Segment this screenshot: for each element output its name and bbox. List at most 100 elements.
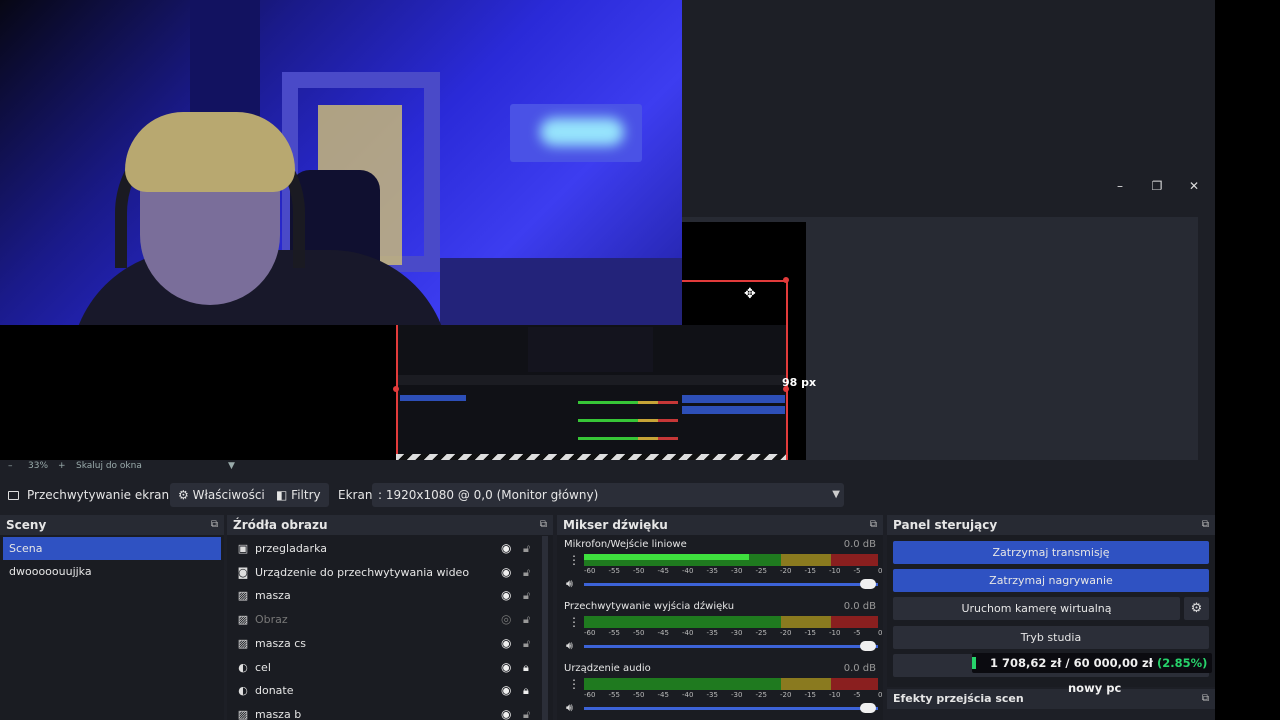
screen-label: Ekran <box>338 488 373 502</box>
speaker-icon[interactable]: 🔊︎ <box>566 701 573 715</box>
browser-icon: ▣ <box>237 542 249 555</box>
close-button[interactable]: ✕ <box>1184 178 1204 194</box>
properties-button[interactable]: ⚙ Właściwości <box>170 483 273 507</box>
title-bar <box>682 177 1215 195</box>
meter-tick-label: -30 <box>731 629 743 637</box>
nested-scene-active <box>400 395 466 401</box>
meter-tick-label: -25 <box>755 567 767 575</box>
maximize-button[interactable]: ❐ <box>1147 178 1167 194</box>
volume-slider-knob[interactable] <box>860 579 876 589</box>
meter-tick-label: -25 <box>755 691 767 699</box>
visibility-eye-icon[interactable]: ◉ <box>501 679 511 702</box>
stop-stream-button[interactable]: Zatrzymaj transmisję <box>893 541 1209 564</box>
volume-meter <box>584 616 878 628</box>
zoom-out-button[interactable]: – <box>8 461 13 471</box>
meter-tick-label: -50 <box>633 691 645 699</box>
visibility-eye-icon[interactable]: ◉ <box>501 584 511 607</box>
visibility-eye-icon[interactable]: ◉ <box>501 632 511 655</box>
meter-tick-label: -50 <box>633 567 645 575</box>
source-label: masza cs <box>255 637 306 650</box>
visibility-eye-icon[interactable]: ◉ <box>501 561 511 584</box>
kebab-menu-icon[interactable]: ⋮ <box>568 677 580 691</box>
unlock-icon[interactable]: 🔓︎ <box>523 561 530 584</box>
screen-select[interactable]: : 1920x1080 @ 0,0 (Monitor główny) ▼ <box>372 483 844 507</box>
meter-tick-label: -30 <box>731 567 743 575</box>
undock-icon[interactable]: ⧉ <box>1202 689 1209 709</box>
donation-goal: 60 000,00 zł <box>1073 656 1153 670</box>
nested-preview <box>528 327 653 372</box>
resize-handle[interactable] <box>393 386 399 392</box>
webcam-bed <box>440 258 682 325</box>
meter-tick-label: -15 <box>804 691 816 699</box>
source-label: Urządzenie do przechwytywania wideo <box>255 566 470 579</box>
selection-border-right <box>786 280 788 460</box>
volume-slider[interactable] <box>584 707 878 710</box>
source-item[interactable]: ▣ przegladarka ◉ 🔓︎ <box>231 537 549 560</box>
undock-icon[interactable]: ⧉ <box>870 515 877 535</box>
kebab-menu-icon[interactable]: ⋮ <box>568 553 580 567</box>
source-label: donate <box>255 684 294 697</box>
meter-tick-label: -60 <box>584 629 596 637</box>
source-item[interactable]: ◐ donate ◉ 🔒︎ <box>231 679 549 702</box>
move-cursor-icon: ✥ <box>744 286 756 302</box>
minimize-button[interactable]: – <box>1110 178 1130 194</box>
meter-tick-label: -5 <box>853 629 861 637</box>
visibility-eye-icon[interactable]: ◉ <box>501 537 511 560</box>
unlock-icon[interactable]: 🔓︎ <box>523 632 530 655</box>
donation-progress-fill <box>972 657 976 669</box>
source-item[interactable]: ▨ Obraz ◎ 🔓︎ <box>231 608 549 631</box>
undock-icon[interactable]: ⧉ <box>211 515 218 535</box>
screen-select-value: : 1920x1080 @ 0,0 (Monitor główny) <box>378 488 599 502</box>
meter-tick-label: -55 <box>608 691 620 699</box>
filters-button[interactable]: ◧ Filtry <box>268 483 329 507</box>
nested-toolbar <box>398 375 788 385</box>
webcam-neon-glow <box>540 118 624 146</box>
kebab-menu-icon[interactable]: ⋮ <box>568 615 580 629</box>
channel-name: Mikrofon/Wejście liniowe <box>564 539 687 550</box>
virtual-camera-settings-gear-icon[interactable]: ⚙ <box>1184 597 1209 620</box>
hidden-eye-icon[interactable]: ◎ <box>501 608 511 631</box>
meter-tick-label: -15 <box>804 629 816 637</box>
source-item[interactable]: ▨ masza cs ◉ 🔓︎ <box>231 632 549 655</box>
selection-border-top <box>682 280 788 282</box>
resize-handle[interactable] <box>783 277 789 283</box>
nested-stream-button <box>682 395 785 403</box>
stop-record-button[interactable]: Zatrzymaj nagrywanie <box>893 569 1209 592</box>
unlock-icon[interactable]: 🔓︎ <box>523 703 530 720</box>
nested-screen-capture[interactable] <box>396 325 788 460</box>
start-virtual-camera-button[interactable]: Uruchom kamerę wirtualną <box>893 597 1180 620</box>
volume-slider[interactable] <box>584 645 878 648</box>
source-label: przegladarka <box>255 542 327 555</box>
scene-item[interactable]: Scena <box>3 537 221 560</box>
image-icon: ▨ <box>237 637 249 650</box>
lock-icon[interactable]: 🔒︎ <box>523 679 529 702</box>
unlock-icon[interactable]: 🔓︎ <box>523 537 530 560</box>
studio-mode-button[interactable]: Tryb studia <box>893 626 1209 649</box>
unlock-icon[interactable]: 🔓︎ <box>523 608 530 631</box>
source-item[interactable]: ▨ masza ◉ 🔓︎ <box>231 584 549 607</box>
source-item[interactable]: ◐ cel ◉ 🔒︎ <box>231 656 549 679</box>
visibility-eye-icon[interactable]: ◉ <box>501 656 511 679</box>
scene-item[interactable]: dwooooouujjka <box>3 560 221 583</box>
zoom-mode[interactable]: Skaluj do okna <box>76 461 142 471</box>
zoom-in-button[interactable]: + <box>58 461 66 471</box>
scenes-title: Sceny <box>6 518 47 532</box>
unlock-icon[interactable]: 🔓︎ <box>523 584 530 607</box>
visibility-eye-icon[interactable]: ◉ <box>501 703 511 720</box>
webcam-feed[interactable] <box>0 0 682 325</box>
volume-slider-knob[interactable] <box>860 703 876 713</box>
speaker-icon[interactable]: 🔊︎ <box>566 577 573 591</box>
channel-db: 0.0 dB <box>843 539 876 550</box>
volume-slider-knob[interactable] <box>860 641 876 651</box>
undock-icon[interactable]: ⧉ <box>540 515 547 535</box>
undock-icon[interactable]: ⧉ <box>1202 515 1209 535</box>
volume-slider[interactable] <box>584 583 878 586</box>
lock-icon[interactable]: 🔒︎ <box>523 656 529 679</box>
zoom-mode-dropdown-icon[interactable]: ▼ <box>228 461 235 471</box>
source-item[interactable]: ◙ Urządzenie do przechwytywania wideo ◉ … <box>231 561 549 584</box>
speaker-icon[interactable]: 🔊︎ <box>566 639 573 653</box>
meter-tick-label: -10 <box>829 629 841 637</box>
meter-tick-label: -50 <box>633 629 645 637</box>
source-item[interactable]: ▨ masza b ◉ 🔓︎ <box>231 703 549 720</box>
meter-ticks: -60 -55 -50 -45 -40 -35 -30 -25 -20 -15 -10 -5 0 <box>580 629 882 639</box>
